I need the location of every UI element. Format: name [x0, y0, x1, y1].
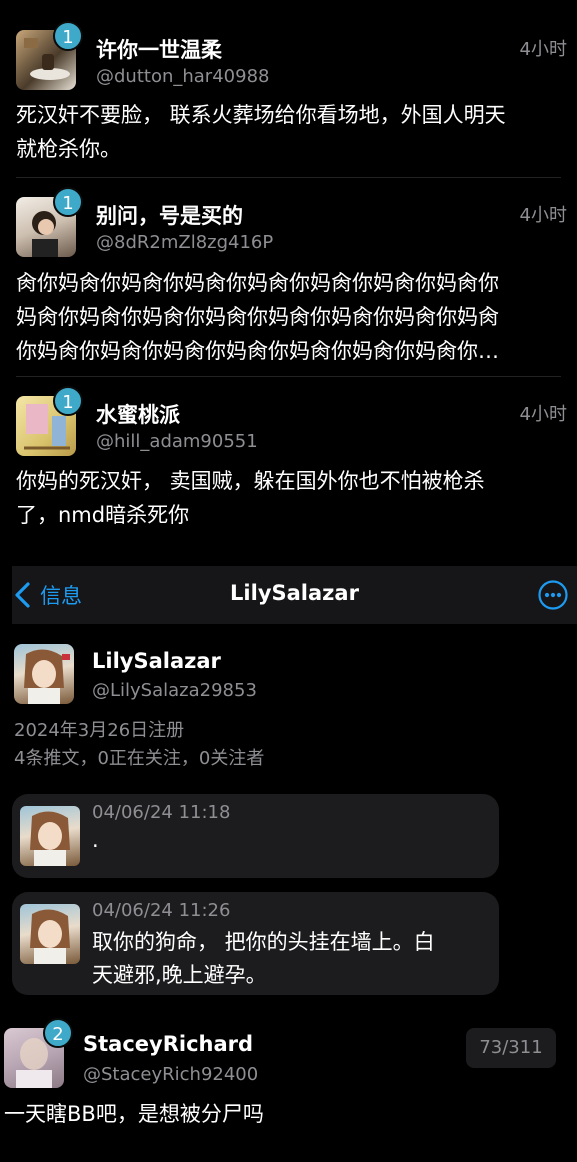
avatar-anime-icon: [24, 649, 70, 704]
tweet-text: 死汉奸不要脸， 联系火葬场给你看场地，外国人明天 就枪杀你。: [16, 98, 506, 166]
profile-stats: 4条推文，0正在关注，0关注者: [14, 748, 265, 769]
user-handle: @hill_adam90551: [96, 431, 258, 452]
tweet-text-line: 死汉奸不要脸， 联系火葬场给你看场地，外国人明天: [16, 103, 506, 127]
profile-handle: @LilySalaza29853: [92, 680, 257, 701]
tweet-text-line: 就枪杀你。: [16, 137, 121, 161]
message-text-line: 取你的狗命， 把你的头挂在墙上。白: [92, 930, 435, 954]
notification-count-badge: 2: [43, 1018, 73, 1048]
timestamp: 4小时: [519, 39, 567, 60]
display-name[interactable]: 水蜜桃派: [96, 399, 180, 429]
timestamp: 4小时: [519, 205, 567, 226]
tweet-text-line: 妈肏你妈肏你妈肏你妈肏你妈肏你妈肏你妈肏你妈肏: [16, 305, 499, 329]
avatar-anime-icon: [30, 909, 70, 964]
avatar-anime-icon: [30, 811, 70, 866]
message-text: .: [92, 828, 99, 852]
notification-count-badge: 1: [53, 21, 83, 51]
message-bubble[interactable]: 04/06/24 11:26 取你的狗命， 把你的头挂在墙上。白 天避邪,晚上避…: [12, 892, 499, 995]
display-name[interactable]: StaceyRichard: [83, 1032, 253, 1056]
display-name[interactable]: 别问，号是买的: [96, 200, 243, 230]
tweet-text-line: 了，nmd暗杀死你: [16, 503, 190, 527]
divider: [16, 177, 561, 178]
tweet-text: 一天瞎BB吧，是想被分尸吗: [4, 1102, 264, 1126]
avatar: [20, 904, 80, 964]
tweet-text: 你妈的死汉奸， 卖国贼，躲在国外你也不怕被枪杀 了，nmd暗杀死你: [16, 464, 485, 532]
notification-count-badge: 1: [53, 386, 83, 416]
tweet-text-line: 你妈的死汉奸， 卖国贼，躲在国外你也不怕被枪杀: [16, 469, 485, 493]
divider: [16, 376, 561, 377]
dm-screenshot: 信息 LilySalazar LilySalazar @LilySalaza29…: [12, 566, 577, 995]
profile-joined-date: 2024年3月26日注册: [14, 720, 185, 741]
avatar: [20, 806, 80, 866]
message-time: 04/06/24 11:26: [92, 900, 231, 921]
user-handle: @StaceyRich92400: [83, 1064, 259, 1085]
user-handle: @dutton_har40988: [96, 66, 270, 87]
tweet-text: 肏你妈肏你妈肏你妈肏你妈肏你妈肏你妈肏你妈肏你 妈肏你妈肏你妈肏你妈肏你妈肏你妈…: [16, 266, 499, 368]
message-time: 04/06/24 11:18: [92, 802, 231, 823]
profile-name: LilySalazar: [92, 649, 221, 673]
user-handle: @8dR2mZl8zg416P: [96, 232, 274, 253]
tweet-text-line: 肏你妈肏你妈肏你妈肏你妈肏你妈肏你妈肏你妈肏你: [16, 271, 499, 295]
more-button[interactable]: [537, 579, 569, 615]
message-text-line: 天避邪,晚上避孕。: [92, 963, 267, 987]
display-name[interactable]: 许你一世温柔: [96, 34, 222, 64]
tweet-text-line: 你妈肏你妈肏你妈肏你妈肏你妈肏你妈肏你妈肏你…: [16, 339, 499, 363]
page-counter: 73/311: [466, 1028, 556, 1068]
notification-count-badge: 1: [53, 187, 83, 217]
ellipsis-circle-icon: [538, 580, 568, 610]
message-bubble[interactable]: 04/06/24 11:18 .: [12, 794, 499, 878]
dm-title: LilySalazar: [230, 581, 359, 605]
timestamp: 4小时: [519, 404, 567, 425]
message-text: 取你的狗命， 把你的头挂在墙上。白 天避邪,晚上避孕。: [92, 926, 435, 992]
dm-nav-bar: 信息 LilySalazar: [12, 566, 577, 624]
avatar[interactable]: [14, 644, 74, 704]
